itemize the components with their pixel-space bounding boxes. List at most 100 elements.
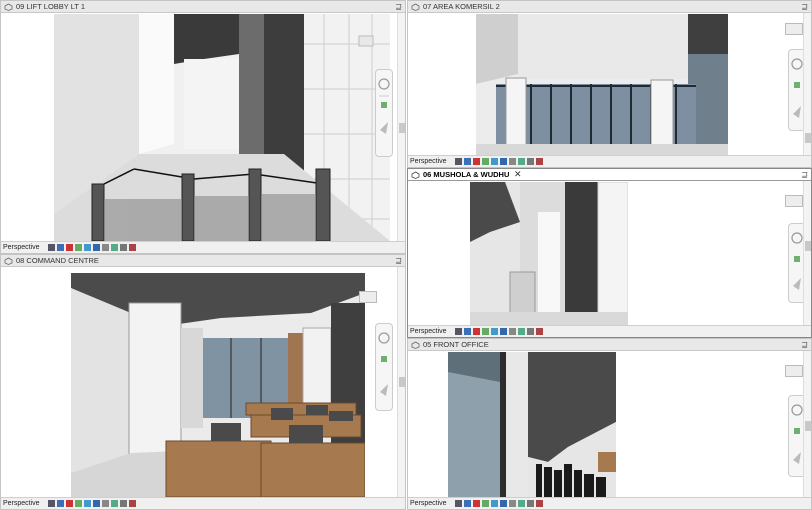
3d-view-icon xyxy=(4,3,13,11)
crop-icon[interactable] xyxy=(499,158,507,165)
3d-viewport[interactable] xyxy=(476,14,728,156)
view-tools[interactable] xyxy=(47,244,136,251)
vertical-scrollbar[interactable] xyxy=(803,13,811,155)
scroll-thumb[interactable] xyxy=(805,133,811,143)
view-control-bar[interactable]: Perspective xyxy=(1,241,405,253)
3d-viewport[interactable] xyxy=(470,182,628,326)
render-icon[interactable] xyxy=(83,500,91,507)
view-cube[interactable] xyxy=(785,23,803,35)
shadows-icon[interactable] xyxy=(74,244,82,251)
hide-icon[interactable] xyxy=(508,500,516,507)
shadows-icon[interactable] xyxy=(481,328,489,335)
isolate-icon[interactable] xyxy=(110,500,118,507)
sun-path-icon[interactable] xyxy=(65,244,73,251)
render-icon[interactable] xyxy=(490,158,498,165)
detail-level-icon[interactable] xyxy=(454,158,462,165)
sun-path-icon[interactable] xyxy=(472,158,480,165)
3d-view-icon xyxy=(4,257,13,265)
temporary-hide-icon[interactable] xyxy=(535,158,543,165)
view-titlebar[interactable]: 06 MUSHOLA & WUDHU ✕ ⊒ xyxy=(408,169,811,181)
view-control-bar[interactable]: Perspective xyxy=(408,497,811,509)
lock-icon[interactable] xyxy=(526,328,534,335)
view-control-bar[interactable]: Perspective xyxy=(408,325,811,337)
render-icon[interactable] xyxy=(490,328,498,335)
view-cube[interactable] xyxy=(785,195,803,207)
3d-viewport[interactable] xyxy=(54,14,390,241)
crop-icon[interactable] xyxy=(499,328,507,335)
view-control-bar[interactable]: Perspective xyxy=(408,155,811,167)
restore-view-button[interactable]: ⊒ xyxy=(801,170,808,179)
crop-icon[interactable] xyxy=(499,500,507,507)
isolate-icon[interactable] xyxy=(517,158,525,165)
restore-view-button[interactable]: ⊒ xyxy=(395,256,402,265)
navigation-bar[interactable] xyxy=(375,323,393,411)
view-window-front-office[interactable]: 05 FRONT OFFICE ⊒ Perspective xyxy=(407,338,812,510)
temporary-hide-icon[interactable] xyxy=(535,500,543,507)
temporary-hide-icon[interactable] xyxy=(128,500,136,507)
view-tools[interactable] xyxy=(454,158,543,165)
view-titlebar[interactable]: 07 AREA KOMERSIL 2 ⊒ xyxy=(408,1,811,13)
view-window-lift-lobby[interactable]: 09 LIFT LOBBY LT 1 ⊒ Perspective xyxy=(0,0,406,254)
vertical-scrollbar[interactable] xyxy=(803,181,811,325)
view-window-command-centre[interactable]: 08 COMMAND CENTRE ⊒ Perspective xyxy=(0,254,406,510)
scroll-thumb[interactable] xyxy=(805,421,811,431)
view-tools[interactable] xyxy=(454,328,543,335)
view-window-mushola[interactable]: 06 MUSHOLA & WUDHU ✕ ⊒ Perspective xyxy=(407,168,812,338)
shadows-icon[interactable] xyxy=(481,500,489,507)
3d-viewport[interactable] xyxy=(71,273,365,497)
3d-viewport[interactable] xyxy=(448,352,616,498)
hide-icon[interactable] xyxy=(101,500,109,507)
hide-icon[interactable] xyxy=(508,158,516,165)
close-view-button[interactable]: ✕ xyxy=(514,169,522,180)
view-mode-label: Perspective xyxy=(410,500,447,507)
render-icon[interactable] xyxy=(490,500,498,507)
isolate-icon[interactable] xyxy=(110,244,118,251)
lock-icon[interactable] xyxy=(526,158,534,165)
scroll-thumb[interactable] xyxy=(399,377,405,387)
sun-path-icon[interactable] xyxy=(472,500,480,507)
visual-style-icon[interactable] xyxy=(56,244,64,251)
lock-icon[interactable] xyxy=(526,500,534,507)
visual-style-icon[interactable] xyxy=(463,328,471,335)
hide-icon[interactable] xyxy=(508,328,516,335)
view-cube[interactable] xyxy=(785,365,803,377)
detail-level-icon[interactable] xyxy=(454,500,462,507)
render-icon[interactable] xyxy=(83,244,91,251)
restore-view-button[interactable]: ⊒ xyxy=(801,340,808,349)
vertical-scrollbar[interactable] xyxy=(803,351,811,497)
scroll-thumb[interactable] xyxy=(805,241,811,251)
isolate-icon[interactable] xyxy=(517,328,525,335)
sun-path-icon[interactable] xyxy=(65,500,73,507)
shadows-icon[interactable] xyxy=(74,500,82,507)
sun-path-icon[interactable] xyxy=(472,328,480,335)
vertical-scrollbar[interactable] xyxy=(397,13,405,241)
crop-icon[interactable] xyxy=(92,500,100,507)
view-titlebar[interactable]: 05 FRONT OFFICE ⊒ xyxy=(408,339,811,351)
view-control-bar[interactable]: Perspective xyxy=(1,497,405,509)
visual-style-icon[interactable] xyxy=(56,500,64,507)
scroll-thumb[interactable] xyxy=(399,123,405,133)
detail-level-icon[interactable] xyxy=(47,244,55,251)
visual-style-icon[interactable] xyxy=(463,500,471,507)
temporary-hide-icon[interactable] xyxy=(128,244,136,251)
view-tools[interactable] xyxy=(454,500,543,507)
restore-view-button[interactable]: ⊒ xyxy=(395,2,402,11)
view-tools[interactable] xyxy=(47,500,136,507)
detail-level-icon[interactable] xyxy=(47,500,55,507)
view-titlebar[interactable]: 08 COMMAND CENTRE ⊒ xyxy=(1,255,405,267)
navigation-bar[interactable] xyxy=(375,69,393,157)
view-titlebar[interactable]: 09 LIFT LOBBY LT 1 ⊒ xyxy=(1,1,405,13)
hide-icon[interactable] xyxy=(101,244,109,251)
shadows-icon[interactable] xyxy=(481,158,489,165)
isolate-icon[interactable] xyxy=(517,500,525,507)
temporary-hide-icon[interactable] xyxy=(535,328,543,335)
lock-icon[interactable] xyxy=(119,500,127,507)
view-cube[interactable] xyxy=(359,291,377,303)
lock-icon[interactable] xyxy=(119,244,127,251)
detail-level-icon[interactable] xyxy=(454,328,462,335)
restore-view-button[interactable]: ⊒ xyxy=(801,2,808,11)
view-window-area-komersil[interactable]: 07 AREA KOMERSIL 2 ⊒ Perspective xyxy=(407,0,812,168)
visual-style-icon[interactable] xyxy=(463,158,471,165)
vertical-scrollbar[interactable] xyxy=(397,267,405,497)
crop-icon[interactable] xyxy=(92,244,100,251)
